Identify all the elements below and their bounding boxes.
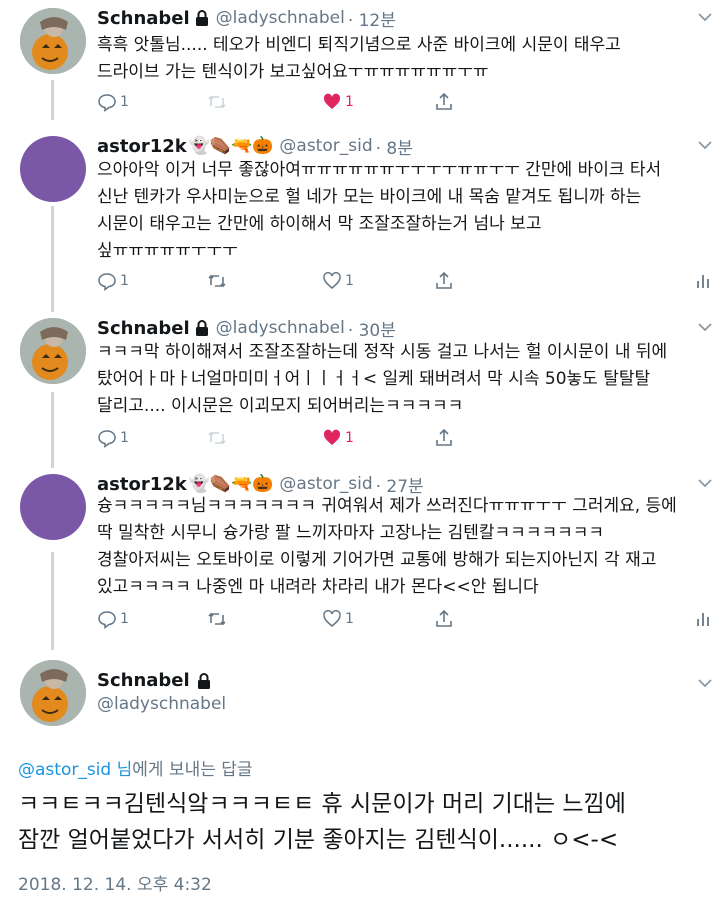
reply-count: 1 bbox=[120, 430, 129, 446]
display-name[interactable]: astor12k bbox=[97, 136, 187, 157]
name-emojis: 👻⚰️🔫🎃 bbox=[188, 474, 274, 494]
share-icon bbox=[436, 609, 452, 627]
tweet-time[interactable]: · 8분 bbox=[376, 134, 413, 159]
reply-count: 1 bbox=[120, 94, 129, 110]
name-emojis: 👻⚰️🔫🎃 bbox=[188, 136, 274, 156]
tweet-time[interactable]: · 12분 bbox=[348, 6, 396, 31]
chevron-down-icon[interactable] bbox=[696, 674, 714, 692]
avatar[interactable] bbox=[20, 8, 86, 74]
retweet-icon bbox=[208, 274, 226, 288]
tweet[interactable]: Schnabel @ladyschnabel · 30분 ㅋㅋㅋ막 하이해져서 … bbox=[0, 314, 720, 464]
like-count: 1 bbox=[345, 611, 354, 627]
reply-to-link[interactable]: @astor_sid 님 bbox=[18, 760, 132, 780]
share-icon bbox=[436, 271, 452, 289]
chevron-down-icon[interactable] bbox=[696, 8, 714, 26]
share-button[interactable] bbox=[434, 92, 454, 112]
reply-icon bbox=[98, 430, 116, 448]
reply-to-label: @astor_sid 님에게 보내는 답글 bbox=[18, 755, 253, 780]
display-name[interactable]: Schnabel bbox=[97, 670, 190, 691]
reply-icon bbox=[98, 273, 116, 291]
reply-button[interactable]: 1 bbox=[97, 609, 129, 629]
display-name[interactable]: Schnabel bbox=[97, 8, 190, 29]
retweet-icon bbox=[208, 612, 226, 626]
share-icon bbox=[436, 428, 452, 446]
reply-count: 1 bbox=[120, 611, 129, 627]
avatar[interactable] bbox=[20, 474, 86, 540]
tweet-timestamp[interactable]: 2018. 12. 14. 오후 4:32 bbox=[18, 870, 212, 895]
user-handle[interactable]: @ladyschnabel bbox=[216, 8, 345, 28]
like-icon bbox=[323, 93, 341, 109]
avatar[interactable] bbox=[20, 136, 86, 202]
reply-count: 1 bbox=[120, 273, 129, 289]
tweet-text: 슝ㅋㅋㅋㅋㅋ님ㅋㅋㅋㅋㅋㅋㅋ 귀여워서 제가 쓰러진다ㅠㅠㅠㅜㅜ 그러게요, 등… bbox=[97, 496, 677, 597]
share-icon bbox=[436, 92, 452, 110]
reply-icon bbox=[98, 94, 116, 112]
display-name[interactable]: astor12k bbox=[97, 474, 187, 495]
tweet[interactable]: astor12k 👻⚰️🔫🎃 @astor_sid · 8분 으아아악 이거 너… bbox=[0, 132, 720, 307]
reply-button[interactable]: 1 bbox=[97, 92, 129, 112]
share-button[interactable] bbox=[434, 428, 454, 448]
tweet-text: 흑흑 앗톨님..... 테오가 비엔디 퇴직기념으로 사준 바이크에 시문이 태… bbox=[97, 35, 621, 82]
lock-icon bbox=[197, 672, 210, 689]
user-handle[interactable]: @ladyschnabel bbox=[216, 318, 345, 338]
analytics-icon bbox=[697, 275, 709, 288]
avatar[interactable] bbox=[20, 660, 86, 726]
retweet-icon bbox=[208, 95, 226, 109]
lock-icon bbox=[195, 10, 208, 26]
chevron-down-icon[interactable] bbox=[696, 318, 714, 336]
tweet-text: ㅋㅋㅋ막 하이해져서 조잘조잘하는데 정작 시동 걸고 나서는 헐 이시문이 내… bbox=[97, 342, 668, 416]
user-handle[interactable]: @ladyschnabel bbox=[97, 694, 226, 714]
user-handle[interactable]: @astor_sid bbox=[279, 136, 372, 156]
reply-button[interactable]: 1 bbox=[97, 428, 129, 448]
retweet-icon bbox=[208, 431, 226, 445]
share-button[interactable] bbox=[434, 609, 454, 629]
chevron-down-icon[interactable] bbox=[696, 136, 714, 154]
retweet-button[interactable] bbox=[207, 609, 227, 629]
lock-icon bbox=[195, 320, 208, 336]
reply-to-text: 에게 보내는 답글 bbox=[132, 760, 253, 780]
like-button[interactable]: 1 bbox=[322, 428, 354, 448]
retweet-button[interactable] bbox=[207, 428, 227, 448]
like-count: 1 bbox=[345, 430, 354, 446]
avatar[interactable] bbox=[20, 318, 86, 384]
reply-button[interactable]: 1 bbox=[97, 271, 129, 291]
analytics-button[interactable] bbox=[693, 271, 713, 291]
like-icon bbox=[323, 429, 341, 445]
reply-icon bbox=[98, 611, 116, 629]
like-button[interactable]: 1 bbox=[322, 271, 354, 291]
chevron-down-icon[interactable] bbox=[696, 474, 714, 492]
like-icon bbox=[323, 272, 341, 289]
like-count: 1 bbox=[345, 94, 354, 110]
like-icon bbox=[323, 610, 341, 627]
tweet[interactable]: Schnabel @ladyschnabel · 12분 흑흑 앗톨님.....… bbox=[0, 4, 720, 124]
like-button[interactable]: 1 bbox=[322, 609, 354, 629]
tweet-time[interactable]: · 30분 bbox=[348, 316, 396, 341]
retweet-button[interactable] bbox=[207, 92, 227, 112]
analytics-icon bbox=[697, 613, 709, 626]
tweet[interactable]: astor12k 👻⚰️🔫🎃 @astor_sid · 27분 슝ㅋㅋㅋㅋㅋ님ㅋ… bbox=[0, 470, 720, 645]
tweet-text: 으아아악 이거 너무 좋잖아여ㅠㅠㅠㅠㅠㅠㅜㅜㅜㅜㅠㅠㅜㅜ 간만에 바이크 타서… bbox=[97, 160, 662, 261]
retweet-button[interactable] bbox=[207, 271, 227, 291]
display-name[interactable]: Schnabel bbox=[97, 318, 190, 339]
analytics-button[interactable] bbox=[693, 609, 713, 629]
like-count: 1 bbox=[345, 273, 354, 289]
share-button[interactable] bbox=[434, 271, 454, 291]
like-button[interactable]: 1 bbox=[322, 92, 354, 112]
main-tweet-text: ㅋㅋㅌㅋㅋ김텐식앜ㅋㅋㅋㅌㅌ 휴 시문이가 머리 기대는 느낌에 잠깐 얼어붙었… bbox=[18, 791, 626, 853]
user-handle[interactable]: @astor_sid bbox=[279, 474, 372, 494]
